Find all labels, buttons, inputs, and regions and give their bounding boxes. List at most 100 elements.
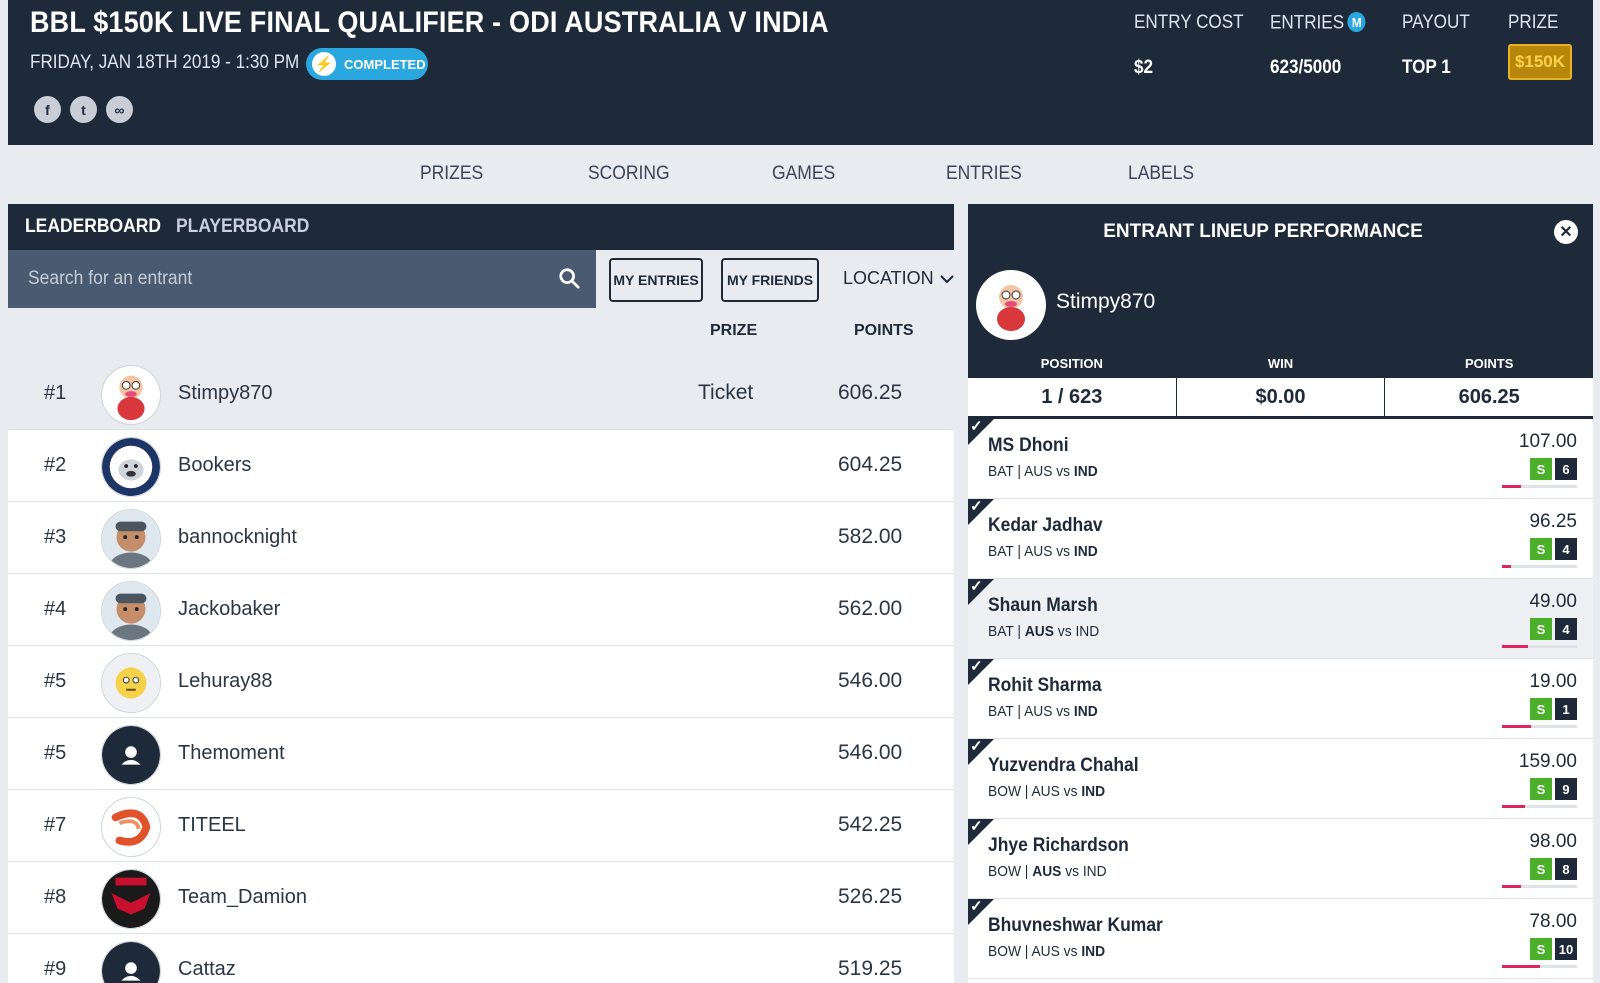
- table-row[interactable]: #8 Team_Damion 526.25: [8, 862, 954, 934]
- position-label: POSITION: [968, 350, 1176, 378]
- entries-value: 623/5000: [1270, 57, 1342, 78]
- player-name: MS Dhoni: [988, 435, 1069, 456]
- table-row[interactable]: #7 TITEEL 542.25: [8, 790, 954, 862]
- player-badges: S1: [1530, 698, 1577, 720]
- player-badges: S 10: [1530, 938, 1577, 960]
- row-name[interactable]: Bookers: [178, 454, 251, 477]
- table-row[interactable]: #9 Cattaz 519.25: [8, 934, 954, 983]
- row-name[interactable]: Lehuray88: [178, 670, 273, 693]
- status-label: COMPLETED: [344, 56, 426, 72]
- twitter-icon[interactable]: t: [70, 96, 97, 123]
- cartoon-avatar-icon: [981, 275, 1041, 335]
- row-name[interactable]: Themoment: [178, 742, 285, 765]
- search-icon[interactable]: [558, 267, 580, 289]
- contest-title: BBL $150K LIVE FINAL QUALIFIER - ODI AUS…: [30, 6, 829, 39]
- lineup-players: ✓ MS Dhoni BAT | AUS vs IND 107.00 S 6 ✓ Kedar …: [968, 418, 1593, 979]
- player-vs: vs: [1057, 623, 1072, 640]
- check-icon: ✓: [970, 578, 983, 595]
- facebook-icon[interactable]: f: [34, 96, 61, 123]
- progress-fill: [1502, 645, 1529, 648]
- player-row[interactable]: ✓ Yuzvendra Chahal BOW | AUS vs IND 159.00 S…: [968, 738, 1593, 819]
- player-name: Rohit Sharma: [988, 675, 1102, 696]
- progress-fill: [1502, 805, 1525, 808]
- player-team2: IND: [1073, 703, 1098, 720]
- location-dropdown[interactable]: LOCATION: [843, 268, 954, 289]
- progress-bar: [1502, 565, 1577, 568]
- row-name[interactable]: Cattaz: [178, 958, 236, 981]
- lineup-user: Stimpy870: [968, 258, 1593, 350]
- tab-leaderboard[interactable]: LEADERBOARD: [25, 216, 161, 238]
- player-team1: AUS: [1024, 623, 1054, 640]
- col-prize: PRIZE: [710, 322, 758, 339]
- player-row[interactable]: ✓ Bhuvneshwar Kumar BOW | AUS vs IND 78.00 S…: [968, 898, 1593, 979]
- player-row[interactable]: ✓ MS Dhoni BAT | AUS vs IND 107.00 S 6: [968, 418, 1593, 499]
- stat-position: POSITION 1 / 623: [968, 350, 1177, 416]
- chevron-down-icon: [939, 274, 954, 283]
- player-vs: vs: [1063, 943, 1078, 960]
- row-name[interactable]: Stimpy870: [178, 382, 273, 405]
- player-team2: IND: [1075, 623, 1100, 640]
- player-team1: AUS: [1024, 543, 1053, 560]
- row-name[interactable]: Team_Damion: [178, 886, 307, 909]
- player-badges: S6: [1530, 458, 1577, 480]
- player-info: BAT | AUS vs IND: [988, 703, 1098, 720]
- player-role: BAT: [988, 703, 1014, 720]
- row-name[interactable]: Jackobaker: [178, 598, 280, 621]
- player-row[interactable]: ✓ Shaun Marsh BAT | AUS vs IND 49.00 S 4: [968, 578, 1593, 659]
- avatar: [101, 581, 161, 641]
- table-row[interactable]: #3 bannocknight 582.00: [8, 502, 954, 574]
- progress-fill: [1502, 485, 1521, 488]
- player-row[interactable]: ✓ Rohit Sharma BAT | AUS vs IND 19.00 S 1: [968, 658, 1593, 739]
- status-badge: S: [1530, 698, 1552, 720]
- lineup-stats: POSITION 1 / 623 WIN $0.00 POINTS 606.25: [968, 350, 1593, 419]
- table-row[interactable]: #5 Lehuray88 546.00: [8, 646, 954, 718]
- player-vs: vs: [1056, 543, 1071, 560]
- player-name: Yuzvendra Chahal: [988, 755, 1139, 776]
- player-points: 98.00: [1529, 831, 1577, 852]
- count-badge: 4: [1555, 618, 1577, 640]
- count-badge: 1: [1555, 698, 1577, 720]
- player-row[interactable]: ✓ Kedar Jadhav BAT | AUS vs IND 96.25 S 4: [968, 498, 1593, 579]
- status-badge: S: [1530, 938, 1552, 960]
- status-badge: S: [1530, 538, 1552, 560]
- player-team2: IND: [1081, 783, 1106, 800]
- leaderboard-rows: #1 Stimpy870 Ticket 606.25 #2 Bookers 604.25 #3…: [8, 358, 954, 983]
- tab-prizes[interactable]: PRIZES: [420, 163, 483, 185]
- player-vs: vs: [1056, 463, 1071, 480]
- table-row[interactable]: #4 Jackobaker 562.00: [8, 574, 954, 646]
- row-rank: #9: [44, 958, 67, 980]
- prize-label: PRIZE: [1508, 12, 1559, 33]
- entries-label: ENTRIES M: [1270, 12, 1366, 35]
- player-badges: S9: [1530, 778, 1577, 800]
- tab-labels[interactable]: LABELS: [1128, 163, 1194, 185]
- avatar: [101, 365, 161, 425]
- status-badge: S: [1530, 858, 1552, 880]
- status-badge: S: [1530, 458, 1552, 480]
- row-rank: #7: [44, 814, 67, 836]
- row-name[interactable]: bannocknight: [178, 526, 297, 549]
- player-team1: AUS: [1032, 863, 1062, 880]
- my-entries-button[interactable]: MY ENTRIES: [609, 258, 703, 302]
- tab-scoring[interactable]: SCORING: [588, 163, 670, 185]
- avatar: [101, 797, 161, 857]
- tab-playerboard[interactable]: PLAYERBOARD: [176, 216, 309, 238]
- row-name[interactable]: TITEEL: [178, 814, 246, 837]
- count-badge: 4: [1555, 538, 1577, 560]
- close-icon[interactable]: ✕: [1554, 220, 1578, 244]
- my-friends-button[interactable]: MY FRIENDS: [721, 258, 819, 302]
- table-row[interactable]: #5 Themoment 546.00: [8, 718, 954, 790]
- entry-cost-value: $2: [1134, 57, 1154, 78]
- tab-entries[interactable]: ENTRIES: [946, 163, 1022, 185]
- player-points: 49.00: [1529, 591, 1577, 612]
- table-row[interactable]: #2 Bookers 604.25: [8, 430, 954, 502]
- table-row[interactable]: #1 Stimpy870 Ticket 606.25: [8, 358, 954, 430]
- player-team1: AUS: [1024, 463, 1053, 480]
- search-input[interactable]: Search for an entrant: [8, 250, 596, 308]
- link-icon[interactable]: ∞: [106, 96, 133, 123]
- player-row[interactable]: ✓ Jhye Richardson BOW | AUS vs IND 98.00 S 8: [968, 818, 1593, 899]
- count-badge: 10: [1555, 938, 1577, 960]
- progress-fill: [1502, 965, 1540, 968]
- status-badge: ⚡ COMPLETED: [306, 48, 428, 80]
- player-name: Kedar Jadhav: [988, 515, 1103, 536]
- tab-games[interactable]: GAMES: [772, 163, 835, 185]
